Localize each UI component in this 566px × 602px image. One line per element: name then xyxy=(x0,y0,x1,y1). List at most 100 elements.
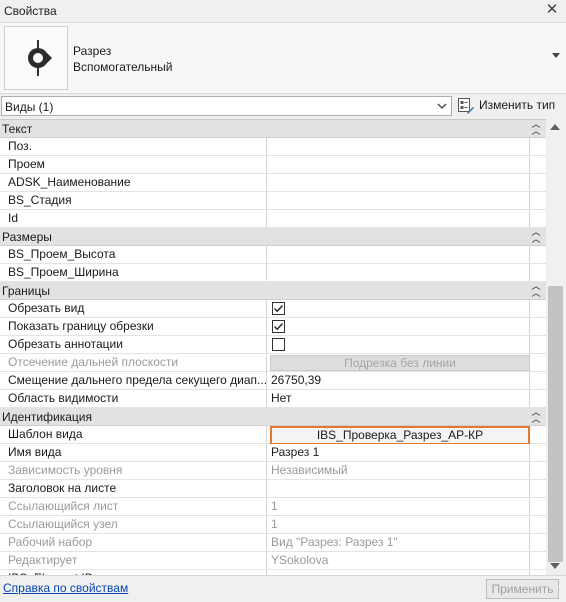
property-value: Вид "Разрез: Разрез 1" xyxy=(268,534,530,551)
property-value xyxy=(268,300,530,317)
property-value: Независимый xyxy=(268,462,530,479)
close-icon[interactable]: ✕ xyxy=(544,1,560,19)
checkbox[interactable] xyxy=(272,320,285,333)
collapse-icon[interactable]: ︿ ︿ xyxy=(530,408,542,424)
property-name: Обрезать вид xyxy=(0,300,267,317)
title-bar: Свойства ✕ xyxy=(0,0,566,22)
scrollbar-thumb[interactable] xyxy=(548,286,563,562)
property-row: Имя вида Разрез 1 xyxy=(0,444,546,462)
property-row: Поз. xyxy=(0,138,546,156)
property-row: Отсечение дальней плоскости Подрезка без … xyxy=(0,354,546,372)
footer: Справка по свойствам Применить xyxy=(0,575,566,602)
property-row: Показать границу обрезки xyxy=(0,318,546,336)
vertical-scrollbar[interactable] xyxy=(546,119,566,575)
property-value[interactable] xyxy=(268,156,530,173)
group-title: Границы xyxy=(2,284,50,298)
scroll-down-icon[interactable] xyxy=(550,563,560,569)
property-value[interactable] xyxy=(268,192,530,209)
filter-bar: Виды (1) Изменить тип xyxy=(0,94,566,118)
property-row: Заголовок на листе xyxy=(0,480,546,498)
group-title: Размеры xyxy=(2,230,52,244)
property-row: Обрезать вид xyxy=(0,300,546,318)
property-value[interactable] xyxy=(268,138,530,155)
property-name: Шаблон вида xyxy=(0,426,267,443)
property-name: Отсечение дальней плоскости xyxy=(0,354,267,371)
property-row: Редактирует YSokolova xyxy=(0,552,546,570)
group-title: Идентификация xyxy=(2,410,92,424)
property-value[interactable]: Нет xyxy=(268,390,530,407)
property-value: 1 xyxy=(268,498,530,515)
group-header[interactable]: Текст ︿ ︿ xyxy=(0,120,546,138)
property-value xyxy=(268,318,530,335)
property-name: Смещение дальнего предела секущего диап.… xyxy=(0,372,267,389)
property-name: BS_Стадия xyxy=(0,192,267,209)
collapse-icon[interactable]: ︿ ︿ xyxy=(530,120,542,136)
group-header[interactable]: Границы ︿ ︿ xyxy=(0,282,546,300)
property-name: Зависимость уровня xyxy=(0,462,267,479)
property-row: Ссылающийся лист 1 xyxy=(0,498,546,516)
instance-filter-dropdown[interactable]: Виды (1) xyxy=(1,96,452,116)
property-row: Рабочий набор Вид "Разрез: Разрез 1" xyxy=(0,534,546,552)
property-value: YSokolova xyxy=(268,552,530,569)
property-row: Шаблон вида IBS_Проверка_Разрез_АР-КР xyxy=(0,426,546,445)
properties-grid: Текст ︿ ︿ Поз. Проем ADSK_Наименование BS_Стад… xyxy=(0,119,546,575)
property-name: Поз. xyxy=(0,138,267,155)
property-name: Id xyxy=(0,210,267,227)
property-name: Область видимости xyxy=(0,390,267,407)
filter-value: Виды (1) xyxy=(5,100,54,114)
property-value[interactable]: 26750,39 xyxy=(268,372,530,389)
property-row: BS_Стадия xyxy=(0,192,546,210)
property-value[interactable] xyxy=(268,246,530,263)
property-value: 1 xyxy=(268,516,530,533)
scroll-up-icon[interactable] xyxy=(550,124,560,130)
property-row: ADSK_Наименование xyxy=(0,174,546,192)
group-header[interactable]: Идентификация ︿ ︿ xyxy=(0,408,546,426)
property-name: Рабочий набор xyxy=(0,534,267,551)
property-row: BS_Проем_Высота xyxy=(0,246,546,264)
type-selector[interactable]: Разрез Вспомогательный xyxy=(0,22,566,94)
property-name: Заголовок на листе xyxy=(0,480,267,497)
property-value xyxy=(268,336,530,353)
property-name: Показать границу обрезки xyxy=(0,318,267,335)
property-name: Ссылающийся узел xyxy=(0,516,267,533)
checkbox[interactable] xyxy=(272,302,285,315)
group-title: Текст xyxy=(2,122,33,136)
property-name: Ссылающийся лист xyxy=(0,498,267,515)
property-name: Проем xyxy=(0,156,267,173)
property-value[interactable] xyxy=(268,174,530,191)
property-name: ADSK_Наименование xyxy=(0,174,267,191)
property-value[interactable] xyxy=(268,480,530,497)
property-row: Область видимости Нет xyxy=(0,390,546,408)
property-row: BS_Проем_Ширина xyxy=(0,264,546,282)
property-name: BS_Проем_Ширина xyxy=(0,264,267,281)
collapse-icon[interactable]: ︿ ︿ xyxy=(530,282,542,298)
window-title: Свойства xyxy=(4,4,57,18)
property-name: BS_Проем_Высота xyxy=(0,246,267,263)
properties-help-link[interactable]: Справка по свойствам xyxy=(3,581,128,595)
property-row: Зависимость уровня Независимый xyxy=(0,462,546,480)
property-row: Смещение дальнего предела секущего диап.… xyxy=(0,372,546,390)
property-name: Обрезать аннотации xyxy=(0,336,267,353)
property-value[interactable]: Разрез 1 xyxy=(268,444,530,461)
group-header[interactable]: Размеры ︿ ︿ xyxy=(0,228,546,246)
property-row: Id xyxy=(0,210,546,228)
apply-button[interactable]: Применить xyxy=(486,579,559,599)
property-name: Редактирует xyxy=(0,552,267,569)
type-family-name: Разрез xyxy=(73,44,112,58)
property-row: Обрезать аннотации xyxy=(0,336,546,354)
view-template-button[interactable]: IBS_Проверка_Разрез_АР-КР xyxy=(270,426,530,445)
property-value[interactable] xyxy=(268,210,530,227)
section-view-icon xyxy=(4,26,68,90)
edit-type-button[interactable]: Изменить тип xyxy=(456,95,564,117)
property-button: Подрезка без линии xyxy=(270,355,530,371)
chevron-down-icon[interactable] xyxy=(435,97,449,115)
checkbox[interactable] xyxy=(272,338,285,351)
type-name: Вспомогательный xyxy=(73,60,173,74)
property-name: Имя вида xyxy=(0,444,267,461)
property-value[interactable] xyxy=(268,264,530,281)
chevron-down-icon[interactable] xyxy=(552,53,560,58)
property-row: Ссылающийся узел 1 xyxy=(0,516,546,534)
collapse-icon[interactable]: ︿ ︿ xyxy=(530,228,542,244)
edit-type-icon xyxy=(458,98,474,114)
edit-type-label: Изменить тип xyxy=(479,98,556,112)
